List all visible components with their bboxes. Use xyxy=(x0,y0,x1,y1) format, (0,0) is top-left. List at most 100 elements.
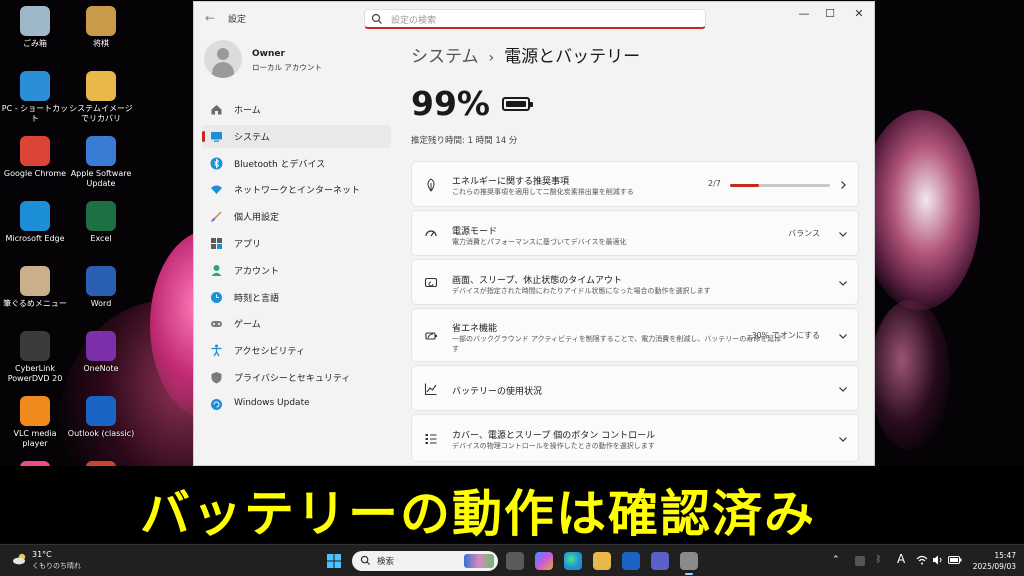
chevron-down-icon[interactable] xyxy=(838,229,848,239)
desktop-icon-label: 将棋 xyxy=(93,39,109,48)
search-placeholder: 設定の検索 xyxy=(391,16,437,26)
windows-start-icon[interactable] xyxy=(327,554,341,568)
card-value: 30% でオンにする xyxy=(751,331,820,340)
desktop-icon[interactable]: Google Chrome xyxy=(0,132,70,194)
word-icon xyxy=(86,266,116,296)
explorer-icon[interactable] xyxy=(593,552,611,570)
desktop-icon-label: システムイメージでリカバリ xyxy=(69,104,133,123)
breadcrumb-parent[interactable]: システム xyxy=(411,47,479,67)
sidebar-item[interactable]: 時刻と言語 xyxy=(202,286,391,309)
sidebar-item[interactable]: アクセシビリティ xyxy=(202,339,391,362)
sidebar-item[interactable]: アカウント xyxy=(202,259,391,282)
card-subtitle: デバイスが指定された時間にわたりアイドル状態になった場合の動作を選択します xyxy=(452,287,711,295)
settings-card[interactable]: 省エネ機能 一部のバックグラウンド アクティビティを制限することで、電力消費を削減… xyxy=(411,308,859,362)
sidebar-item[interactable]: Bluetooth とデバイス xyxy=(202,152,391,175)
minimize-button[interactable]: — xyxy=(792,6,816,22)
maximize-button[interactable]: ☐ xyxy=(818,6,842,22)
card-subtitle: デバイスの物理コントロールを操作したときの動作を選択します xyxy=(452,442,655,450)
desktop-icon-label: Apple Software Update xyxy=(70,169,132,188)
back-button[interactable]: ← xyxy=(202,10,218,26)
teams-icon[interactable] xyxy=(651,552,669,570)
edge-taskbar-icon[interactable] xyxy=(564,552,582,570)
desktop-icon-label: CyberLink PowerDVD 20 xyxy=(7,364,63,383)
chevron-down-icon[interactable] xyxy=(838,384,848,394)
screen-sleep-icon xyxy=(424,277,438,288)
active-indicator xyxy=(202,130,205,142)
sidebar-item[interactable]: Windows Update xyxy=(202,393,391,416)
excel-icon xyxy=(86,201,116,231)
settings-card[interactable]: カバー、電源とスリープ 個のボタン コントロール デバイスの物理コントロールを操作… xyxy=(411,414,859,462)
taskbar-search-label: 検索 xyxy=(377,557,395,567)
user-profile[interactable]: Owner ローカル アカウント xyxy=(204,40,394,84)
desktop-icon-label: OneNote xyxy=(83,364,119,373)
desktop-icon[interactable]: 将棋 xyxy=(66,2,136,64)
tray-app-icon[interactable] xyxy=(855,556,865,566)
chevron-down-icon[interactable] xyxy=(838,434,848,444)
chevron-right-icon[interactable] xyxy=(838,180,848,190)
desktop-icon[interactable]: システムイメージでリカバリ xyxy=(66,67,136,129)
sidebar-item[interactable]: 個人用設定 xyxy=(202,205,391,228)
desktop-icon-label: Microsoft Edge xyxy=(5,234,65,243)
volume-icon[interactable] xyxy=(932,555,944,565)
settings-card[interactable]: 電源モード 電力消費とパフォーマンスに基づいてデバイスを最適化 バランス xyxy=(411,210,859,256)
card-subtitle: 電力消費とパフォーマンスに基づいてデバイスを最適化 xyxy=(452,238,627,246)
battery-saver-icon xyxy=(425,332,437,340)
bluetooth-tray-icon[interactable]: ᛒ xyxy=(876,555,881,565)
wifi-icon[interactable] xyxy=(916,555,928,565)
fudegurume-icon xyxy=(20,266,50,296)
wallpaper-glow xyxy=(860,110,980,310)
desktop-icon-label: PC - ショートカット xyxy=(1,104,69,123)
sidebar-item-label: ゲーム xyxy=(234,320,261,331)
desktop-icon[interactable]: 筆ぐるめメニュー xyxy=(0,262,70,324)
desktop-icon[interactable]: ごみ箱 xyxy=(0,2,70,64)
desktop-icon[interactable]: VLC media player xyxy=(0,392,70,454)
desktop-icon[interactable]: CyberLink PowerDVD 20 xyxy=(0,327,70,389)
sidebar-item-label: アプリ xyxy=(234,240,262,250)
desktop-icon[interactable]: OneNote xyxy=(66,327,136,389)
clock-time: 15:47 xyxy=(994,551,1016,560)
search-icon xyxy=(360,555,371,566)
settings-card[interactable]: エネルギーに関する推奨事項 これらの推奨事項を適用して二酸化炭素排出量を削減する 2… xyxy=(411,161,859,207)
copilot-icon[interactable] xyxy=(535,552,553,570)
sidebar-item[interactable]: ゲーム xyxy=(202,312,391,335)
shogi-icon xyxy=(86,6,116,36)
card-title: エネルギーに関する推奨事項 xyxy=(452,177,570,187)
desktop-icon-label: Google Chrome xyxy=(3,169,67,178)
sidebar-item-label: Windows Update xyxy=(234,397,310,408)
desktop-icon[interactable]: PC - ショートカット xyxy=(0,67,70,129)
clock[interactable]: 15:47 2025/09/03 xyxy=(973,550,1016,572)
outlook-taskbar-icon[interactable] xyxy=(622,552,640,570)
settings-card[interactable]: バッテリーの使用状況 xyxy=(411,365,859,411)
sidebar-item-label: ホーム xyxy=(234,106,261,116)
settings-taskbar-icon[interactable] xyxy=(680,552,698,575)
sidebar-item[interactable]: プライバシーとセキュリティ xyxy=(202,366,391,389)
desktop-icon[interactable]: Word xyxy=(66,262,136,324)
settings-card[interactable]: 画面、スリープ、休止状態のタイムアウト デバイスが指定された時間にわたりアイドル状… xyxy=(411,259,859,305)
chevron-up-icon[interactable]: ⌃ xyxy=(832,555,840,565)
task-view-icon[interactable] xyxy=(506,552,524,570)
sidebar-item[interactable]: アプリ xyxy=(202,232,391,255)
taskbar-search[interactable]: 検索 xyxy=(352,551,498,571)
desktop-icon[interactable]: Microsoft Edge xyxy=(0,197,70,259)
desktop-icon-label: 筆ぐるめメニュー xyxy=(3,299,67,308)
bluetooth-icon xyxy=(210,157,223,170)
sidebar-item[interactable]: ネットワークとインターネット xyxy=(202,178,391,201)
desktop-icon[interactable]: Apple Software Update xyxy=(66,132,136,194)
chevron-down-icon[interactable] xyxy=(838,331,848,341)
desktop-icon-label: Excel xyxy=(90,234,112,243)
sidebar-item-label: システム xyxy=(234,132,270,143)
sidebar-item[interactable]: システム xyxy=(202,124,391,148)
wifi-icon xyxy=(211,185,222,195)
settings-window: ← 設定 設定の検索 — ☐ ✕ Owner ローカル アカウント ホーム システ… xyxy=(193,1,875,466)
main-content: システム › 電源とバッテリー 99% 推定残り時間: 1 時間 14 分 エネルギ… xyxy=(411,34,861,465)
system-icon xyxy=(211,131,222,142)
sidebar-item[interactable]: ホーム xyxy=(202,98,391,121)
clock-date: 2025/09/03 xyxy=(972,562,1016,571)
close-button[interactable]: ✕ xyxy=(847,6,871,22)
settings-search-input[interactable]: 設定の検索 xyxy=(364,9,706,29)
ime-indicator[interactable]: A xyxy=(897,552,905,566)
chevron-down-icon[interactable] xyxy=(838,278,848,288)
battery-tray-icon[interactable] xyxy=(948,556,962,564)
desktop-icon[interactable]: Excel xyxy=(66,197,136,259)
desktop-icon[interactable]: Outlook (classic) xyxy=(66,392,136,454)
